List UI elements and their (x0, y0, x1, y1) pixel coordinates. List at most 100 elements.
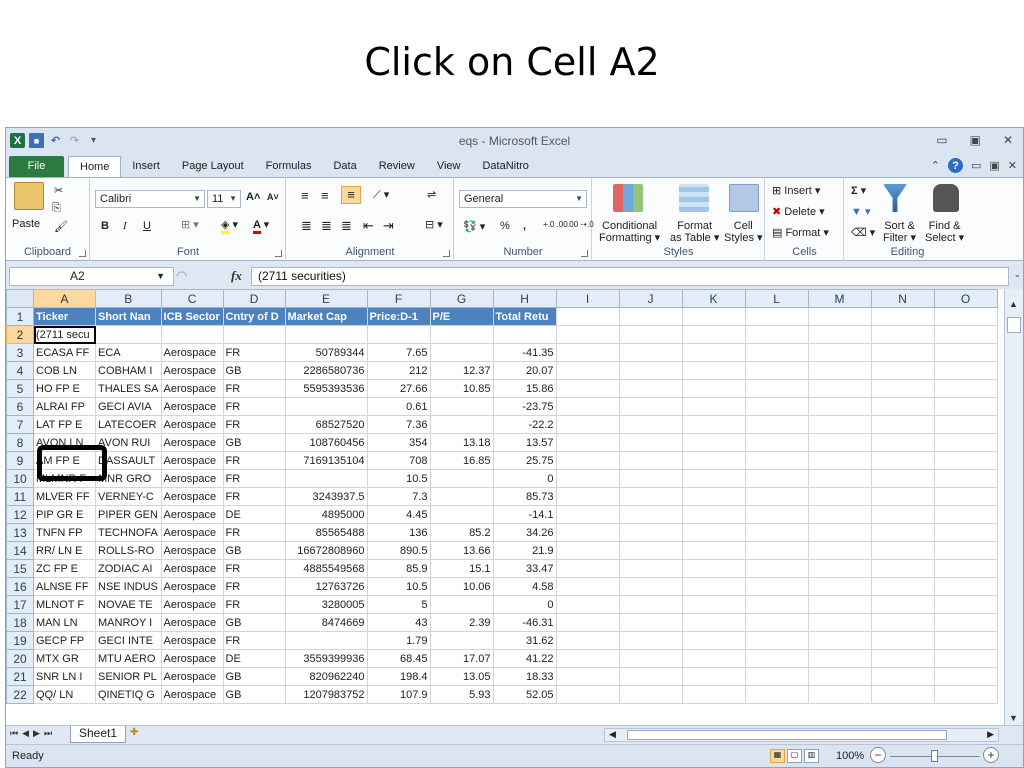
cell-styles-button[interactable]: Cell Styles ▾ (724, 220, 763, 244)
cell[interactable] (618, 613, 683, 632)
cell[interactable] (555, 307, 620, 326)
cell[interactable] (933, 649, 998, 668)
cell[interactable] (870, 577, 935, 596)
cell[interactable] (555, 577, 620, 596)
cell[interactable] (870, 595, 935, 614)
increase-decimal-button[interactable]: +.0 .00 (543, 220, 568, 229)
cell[interactable] (681, 559, 746, 578)
orientation-icon[interactable]: ⟋ ▾ (373, 188, 389, 202)
formula-input[interactable]: (2711 securities) (251, 267, 1009, 286)
cell[interactable] (744, 415, 809, 434)
font-size-combo[interactable]: 11 ▼ (207, 190, 241, 208)
cell[interactable]: Aerospace (160, 451, 224, 470)
tab-page-layout[interactable]: Page Layout (171, 156, 255, 177)
vertical-scrollbar[interactable]: ▲ ▼ (1004, 289, 1023, 725)
cell[interactable] (807, 469, 872, 488)
horizontal-scroll-thumb[interactable] (627, 730, 947, 740)
cell[interactable] (555, 523, 620, 542)
italic-button[interactable]: I (123, 220, 127, 232)
cell[interactable] (429, 397, 494, 416)
cell[interactable]: Aerospace (160, 685, 224, 704)
cell[interactable] (870, 307, 935, 326)
cell[interactable]: 5 (366, 595, 431, 614)
cell[interactable] (870, 685, 935, 704)
column-header-j[interactable]: J (618, 289, 683, 308)
tab-file[interactable]: File (9, 156, 64, 177)
cell[interactable] (744, 559, 809, 578)
cell[interactable]: 107.9 (366, 685, 431, 704)
clipboard-launcher-icon[interactable] (79, 250, 86, 257)
cell[interactable]: 85.2 (429, 523, 494, 542)
cell[interactable] (429, 505, 494, 524)
cell[interactable]: TECHNOFA (95, 523, 162, 542)
cell[interactable] (807, 343, 872, 362)
cell[interactable]: PIPER GEN (95, 505, 162, 524)
underline-button[interactable]: U (143, 220, 151, 232)
cell[interactable]: 68527520 (284, 415, 368, 434)
cell[interactable] (618, 469, 683, 488)
cell[interactable] (555, 613, 620, 632)
cell[interactable] (933, 487, 998, 506)
cell[interactable] (933, 415, 998, 434)
row-header[interactable]: 8 (6, 433, 34, 452)
cell[interactable] (681, 667, 746, 686)
cell[interactable] (744, 325, 809, 344)
cell[interactable] (681, 397, 746, 416)
cell[interactable]: 31.62 (492, 631, 557, 650)
cell[interactable] (429, 415, 494, 434)
cell[interactable] (870, 523, 935, 542)
cell[interactable]: AVON LN (33, 433, 96, 452)
font-launcher-icon[interactable] (275, 250, 282, 257)
cell[interactable] (744, 397, 809, 416)
cell[interactable] (284, 325, 368, 344)
cell[interactable]: FR (222, 451, 286, 470)
cell[interactable]: DASSAULT (95, 451, 162, 470)
cell[interactable] (555, 631, 620, 650)
column-header-m[interactable]: M (807, 289, 872, 308)
cell[interactable] (870, 433, 935, 452)
cell[interactable]: Aerospace (160, 433, 224, 452)
cell[interactable] (807, 595, 872, 614)
worksheet-grid[interactable]: ABCDEFGHIJKLMNO 1 Ticker Short Nan ICB Sect… (6, 289, 1006, 725)
alignment-launcher-icon[interactable] (443, 250, 450, 257)
row-header-1[interactable]: 1 (6, 307, 34, 326)
column-header-o[interactable]: O (933, 289, 998, 308)
cell[interactable] (555, 379, 620, 398)
cell[interactable]: ALRAI FP (33, 397, 96, 416)
increase-indent-icon[interactable]: ⇥ (383, 218, 394, 234)
conditional-formatting-icon[interactable] (613, 184, 643, 212)
cell[interactable]: LATECOER (95, 415, 162, 434)
cell[interactable] (618, 595, 683, 614)
binoculars-icon[interactable] (933, 184, 959, 212)
cell[interactable]: FR (222, 379, 286, 398)
cell[interactable]: 17.07 (429, 649, 494, 668)
paste-button[interactable]: Paste (12, 218, 40, 230)
cell[interactable] (807, 631, 872, 650)
cell[interactable] (284, 397, 368, 416)
cell[interactable]: 2286580736 (284, 361, 368, 380)
cell[interactable] (807, 523, 872, 542)
cell[interactable]: 43 (366, 613, 431, 632)
cell[interactable]: DE (222, 649, 286, 668)
cell[interactable] (618, 451, 683, 470)
cell[interactable] (681, 469, 746, 488)
cell[interactable]: -22.2 (492, 415, 557, 434)
bold-button[interactable]: B (101, 220, 109, 232)
cell[interactable] (681, 379, 746, 398)
cell[interactable] (618, 307, 683, 326)
delete-cells-button[interactable]: ✖ Delete ▾ (772, 205, 825, 218)
copy-icon[interactable]: ⎘ (52, 202, 61, 215)
cell[interactable]: -46.31 (492, 613, 557, 632)
cell[interactable]: 25.75 (492, 451, 557, 470)
cell[interactable]: MAN LN (33, 613, 96, 632)
cell[interactable] (618, 577, 683, 596)
close-button[interactable]: ✕ (1003, 133, 1013, 147)
cell[interactable] (429, 595, 494, 614)
row-header[interactable]: 21 (6, 667, 34, 686)
cell[interactable] (95, 325, 162, 344)
select-all-corner[interactable] (6, 289, 34, 308)
cell[interactable]: Aerospace (160, 577, 224, 596)
workbook-close-icon[interactable]: ✕ (1008, 159, 1017, 172)
cell[interactable] (681, 613, 746, 632)
cell[interactable] (618, 379, 683, 398)
